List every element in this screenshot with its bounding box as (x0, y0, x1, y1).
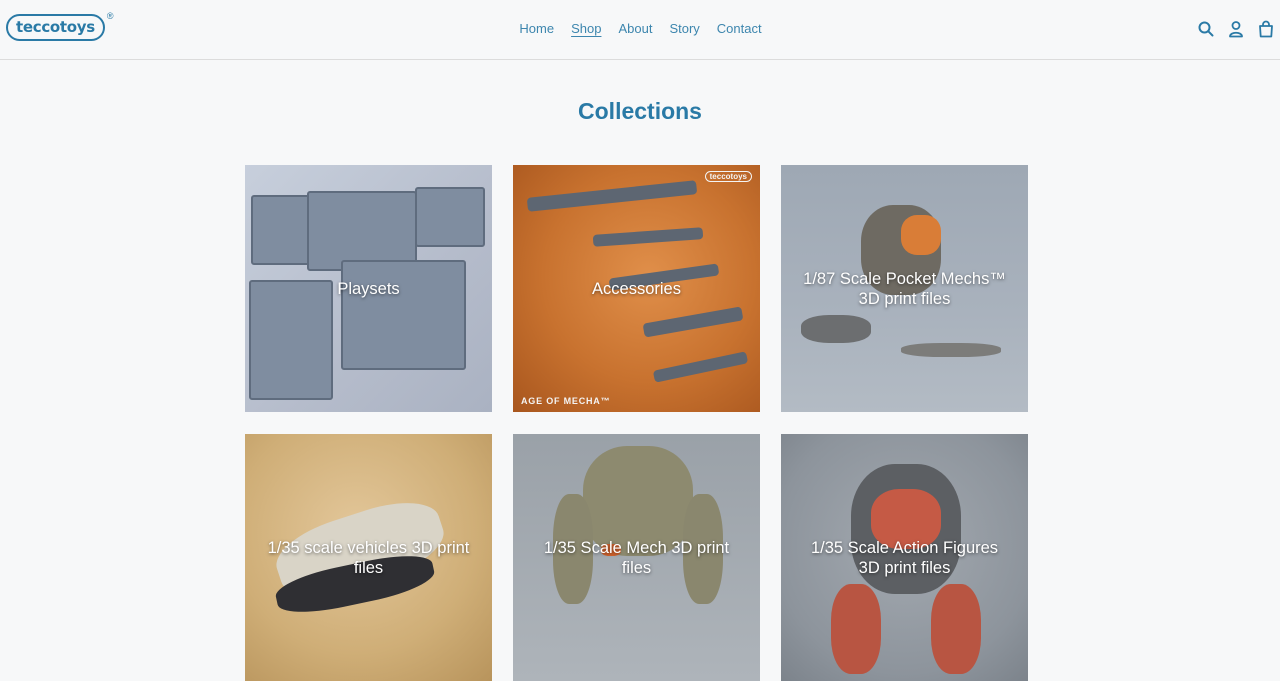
collection-card-accessories[interactable]: teccotoys AGE OF MECHA™ Accessories (513, 165, 760, 412)
nav-shop[interactable]: Shop (571, 21, 601, 36)
collections-grid: Playsets teccotoys AGE OF MECHA™ Accesso… (245, 165, 1029, 681)
collection-card-action-figures[interactable]: 1/35 Scale Action Figures 3D print files (781, 434, 1028, 681)
page-title: Collections (578, 98, 702, 124)
nav-home[interactable]: Home (519, 21, 554, 36)
collection-card-playsets[interactable]: Playsets (245, 165, 492, 412)
search-icon[interactable] (1198, 20, 1214, 38)
cart-icon[interactable] (1258, 20, 1274, 38)
header-icons (1198, 20, 1274, 38)
collection-label: Playsets (337, 279, 400, 298)
collection-label: 1/35 Scale Mech 3D print files (543, 538, 730, 577)
nav-about[interactable]: About (618, 21, 652, 36)
collection-card-vehicles[interactable]: 1/35 scale vehicles 3D print files (245, 434, 492, 681)
nav-contact[interactable]: Contact (717, 21, 762, 36)
site-header: teccotoys ® Home Shop About Story Contac… (0, 0, 1280, 60)
collection-label: 1/87 Scale Pocket Mechs™ 3D print files (803, 269, 1006, 308)
nav-story[interactable]: Story (669, 21, 699, 36)
collection-label: 1/35 Scale Action Figures 3D print files (810, 538, 999, 577)
collection-label: 1/35 scale vehicles 3D print files (267, 538, 470, 577)
collection-label: Accessories (592, 279, 681, 298)
account-icon[interactable] (1228, 20, 1244, 38)
main-nav: Home Shop About Story Contact (0, 21, 1280, 36)
collection-card-pocket-mechs[interactable]: 1/87 Scale Pocket Mechs™ 3D print files (781, 165, 1028, 412)
collection-card-mech[interactable]: 1/35 Scale Mech 3D print files (513, 434, 760, 681)
logo-registered-mark: ® (106, 11, 114, 21)
